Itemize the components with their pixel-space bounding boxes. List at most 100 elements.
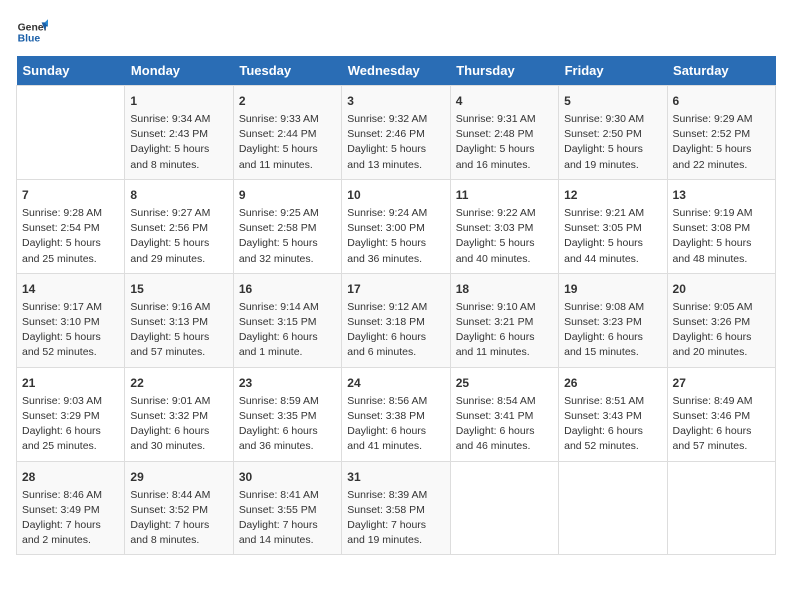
day-info: Sunrise: 8:49 AM Sunset: 3:46 PM Dayligh…: [673, 394, 770, 455]
day-cell: 19 Sunrise: 9:08 AM Sunset: 3:23 PM Dayli…: [559, 273, 667, 367]
day-info: Sunrise: 8:59 AM Sunset: 3:35 PM Dayligh…: [239, 394, 336, 455]
day-number: 24: [347, 374, 444, 392]
header-cell-saturday: Saturday: [667, 56, 775, 86]
day-number: 10: [347, 186, 444, 204]
header-cell-wednesday: Wednesday: [342, 56, 450, 86]
day-number: 25: [456, 374, 553, 392]
day-info: Sunrise: 9:12 AM Sunset: 3:18 PM Dayligh…: [347, 300, 444, 361]
day-number: 5: [564, 92, 661, 110]
day-info: Sunrise: 9:34 AM Sunset: 2:43 PM Dayligh…: [130, 112, 227, 173]
day-number: 3: [347, 92, 444, 110]
day-number: 12: [564, 186, 661, 204]
day-number: 27: [673, 374, 770, 392]
day-number: 14: [22, 280, 119, 298]
header: General Blue: [16, 16, 776, 48]
day-number: 21: [22, 374, 119, 392]
week-row-4: 21 Sunrise: 9:03 AM Sunset: 3:29 PM Dayli…: [17, 367, 776, 461]
week-row-5: 28 Sunrise: 8:46 AM Sunset: 3:49 PM Dayli…: [17, 461, 776, 555]
day-cell: 1 Sunrise: 9:34 AM Sunset: 2:43 PM Daylig…: [125, 86, 233, 180]
day-info: Sunrise: 8:46 AM Sunset: 3:49 PM Dayligh…: [22, 488, 119, 549]
day-info: Sunrise: 8:51 AM Sunset: 3:43 PM Dayligh…: [564, 394, 661, 455]
header-cell-friday: Friday: [559, 56, 667, 86]
day-info: Sunrise: 9:33 AM Sunset: 2:44 PM Dayligh…: [239, 112, 336, 173]
day-cell: 3 Sunrise: 9:32 AM Sunset: 2:46 PM Daylig…: [342, 86, 450, 180]
day-cell: 27 Sunrise: 8:49 AM Sunset: 3:46 PM Dayli…: [667, 367, 775, 461]
day-cell: [559, 461, 667, 555]
day-cell: 31Sunrise: 8:39 AM Sunset: 3:58 PM Dayli…: [342, 461, 450, 555]
calendar-body: 1 Sunrise: 9:34 AM Sunset: 2:43 PM Daylig…: [17, 86, 776, 555]
day-info: Sunrise: 9:21 AM Sunset: 3:05 PM Dayligh…: [564, 206, 661, 267]
day-cell: 20 Sunrise: 9:05 AM Sunset: 3:26 PM Dayli…: [667, 273, 775, 367]
day-cell: 11Sunrise: 9:22 AM Sunset: 3:03 PM Dayli…: [450, 179, 558, 273]
day-cell: 30Sunrise: 8:41 AM Sunset: 3:55 PM Dayli…: [233, 461, 341, 555]
header-cell-tuesday: Tuesday: [233, 56, 341, 86]
day-number: 4: [456, 92, 553, 110]
day-info: Sunrise: 8:41 AM Sunset: 3:55 PM Dayligh…: [239, 488, 336, 549]
day-cell: 23Sunrise: 8:59 AM Sunset: 3:35 PM Dayli…: [233, 367, 341, 461]
svg-text:Blue: Blue: [18, 34, 41, 45]
day-cell: 17 Sunrise: 9:12 AM Sunset: 3:18 PM Dayli…: [342, 273, 450, 367]
day-number: 7: [22, 186, 119, 204]
day-info: Sunrise: 9:16 AM Sunset: 3:13 PM Dayligh…: [130, 300, 227, 361]
day-number: 22: [130, 374, 227, 392]
day-number: 17: [347, 280, 444, 298]
day-info: Sunrise: 8:54 AM Sunset: 3:41 PM Dayligh…: [456, 394, 553, 455]
day-cell: 5 Sunrise: 9:30 AM Sunset: 2:50 PM Daylig…: [559, 86, 667, 180]
day-cell: 2Sunrise: 9:33 AM Sunset: 2:44 PM Daylig…: [233, 86, 341, 180]
day-cell: 4Sunrise: 9:31 AM Sunset: 2:48 PM Daylig…: [450, 86, 558, 180]
day-info: Sunrise: 9:14 AM Sunset: 3:15 PM Dayligh…: [239, 300, 336, 361]
day-cell: [667, 461, 775, 555]
day-number: 19: [564, 280, 661, 298]
logo: General Blue: [16, 16, 48, 48]
day-cell: 25 Sunrise: 8:54 AM Sunset: 3:41 PM Dayli…: [450, 367, 558, 461]
day-cell: 29 Sunrise: 8:44 AM Sunset: 3:52 PM Dayli…: [125, 461, 233, 555]
day-cell: 9 Sunrise: 9:25 AM Sunset: 2:58 PM Daylig…: [233, 179, 341, 273]
day-number: 1: [130, 92, 227, 110]
day-number: 15: [130, 280, 227, 298]
day-info: Sunrise: 9:08 AM Sunset: 3:23 PM Dayligh…: [564, 300, 661, 361]
day-number: 11: [456, 186, 553, 204]
day-info: Sunrise: 8:44 AM Sunset: 3:52 PM Dayligh…: [130, 488, 227, 549]
day-cell: 13 Sunrise: 9:19 AM Sunset: 3:08 PM Dayli…: [667, 179, 775, 273]
day-cell: 6Sunrise: 9:29 AM Sunset: 2:52 PM Daylig…: [667, 86, 775, 180]
day-cell: 8Sunrise: 9:27 AM Sunset: 2:56 PM Daylig…: [125, 179, 233, 273]
day-cell: 14 Sunrise: 9:17 AM Sunset: 3:10 PM Dayli…: [17, 273, 125, 367]
day-info: Sunrise: 9:17 AM Sunset: 3:10 PM Dayligh…: [22, 300, 119, 361]
day-cell: 22 Sunrise: 9:01 AM Sunset: 3:32 PM Dayli…: [125, 367, 233, 461]
day-number: 13: [673, 186, 770, 204]
day-cell: 28 Sunrise: 8:46 AM Sunset: 3:49 PM Dayli…: [17, 461, 125, 555]
day-cell: [450, 461, 558, 555]
day-number: 28: [22, 468, 119, 486]
day-cell: 16 Sunrise: 9:14 AM Sunset: 3:15 PM Dayli…: [233, 273, 341, 367]
day-info: Sunrise: 9:32 AM Sunset: 2:46 PM Dayligh…: [347, 112, 444, 173]
day-cell: 7 Sunrise: 9:28 AM Sunset: 2:54 PM Daylig…: [17, 179, 125, 273]
logo-icon: General Blue: [16, 16, 48, 48]
day-info: Sunrise: 8:56 AM Sunset: 3:38 PM Dayligh…: [347, 394, 444, 455]
day-cell: 26 Sunrise: 8:51 AM Sunset: 3:43 PM Dayli…: [559, 367, 667, 461]
day-info: Sunrise: 9:01 AM Sunset: 3:32 PM Dayligh…: [130, 394, 227, 455]
calendar-table: SundayMondayTuesdayWednesdayThursdayFrid…: [16, 56, 776, 555]
day-number: 9: [239, 186, 336, 204]
day-info: Sunrise: 9:10 AM Sunset: 3:21 PM Dayligh…: [456, 300, 553, 361]
day-number: 18: [456, 280, 553, 298]
header-cell-sunday: Sunday: [17, 56, 125, 86]
day-number: 16: [239, 280, 336, 298]
day-number: 6: [673, 92, 770, 110]
day-number: 20: [673, 280, 770, 298]
day-info: Sunrise: 9:30 AM Sunset: 2:50 PM Dayligh…: [564, 112, 661, 173]
day-info: Sunrise: 9:28 AM Sunset: 2:54 PM Dayligh…: [22, 206, 119, 267]
day-number: 26: [564, 374, 661, 392]
day-info: Sunrise: 9:24 AM Sunset: 3:00 PM Dayligh…: [347, 206, 444, 267]
day-cell: [17, 86, 125, 180]
day-number: 29: [130, 468, 227, 486]
day-info: Sunrise: 9:19 AM Sunset: 3:08 PM Dayligh…: [673, 206, 770, 267]
day-info: Sunrise: 9:25 AM Sunset: 2:58 PM Dayligh…: [239, 206, 336, 267]
day-info: Sunrise: 9:27 AM Sunset: 2:56 PM Dayligh…: [130, 206, 227, 267]
day-cell: 10 Sunrise: 9:24 AM Sunset: 3:00 PM Dayli…: [342, 179, 450, 273]
day-cell: 24 Sunrise: 8:56 AM Sunset: 3:38 PM Dayli…: [342, 367, 450, 461]
week-row-2: 7 Sunrise: 9:28 AM Sunset: 2:54 PM Daylig…: [17, 179, 776, 273]
day-info: Sunrise: 9:05 AM Sunset: 3:26 PM Dayligh…: [673, 300, 770, 361]
week-row-1: 1 Sunrise: 9:34 AM Sunset: 2:43 PM Daylig…: [17, 86, 776, 180]
day-info: Sunrise: 9:03 AM Sunset: 3:29 PM Dayligh…: [22, 394, 119, 455]
day-cell: 21 Sunrise: 9:03 AM Sunset: 3:29 PM Dayli…: [17, 367, 125, 461]
